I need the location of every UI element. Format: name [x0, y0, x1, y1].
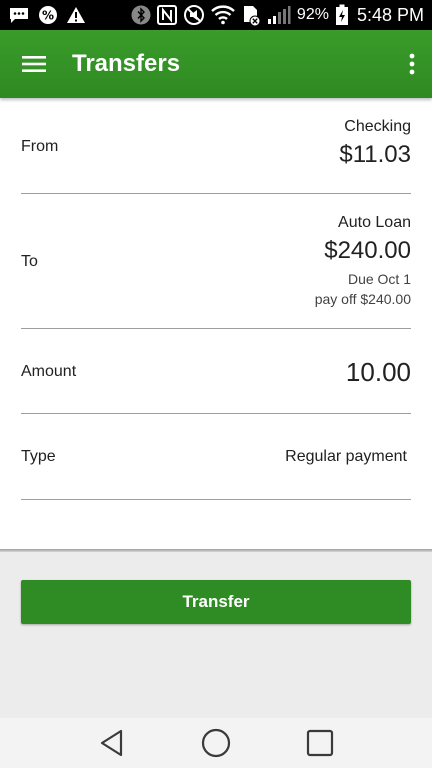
message-icon — [8, 4, 30, 26]
transfer-form: From Checking $11.03 To Auto Loan $240.0… — [0, 98, 432, 550]
action-area: Transfer — [0, 552, 432, 718]
page-title: Transfers — [72, 50, 181, 77]
amount-row[interactable]: Amount 10.00 — [21, 329, 411, 414]
home-icon[interactable] — [196, 723, 236, 763]
from-account-info: Checking $11.03 — [339, 118, 411, 169]
transfer-button[interactable]: Transfer — [21, 580, 411, 624]
battery-percent: 92% — [296, 6, 329, 23]
wifi-icon — [211, 4, 235, 26]
type-label: Type — [21, 448, 56, 465]
mute-icon — [183, 4, 205, 26]
amount-label: Amount — [21, 363, 77, 380]
bluetooth-icon — [131, 4, 151, 26]
from-account-name: Checking — [344, 118, 411, 135]
svg-text:%: % — [42, 9, 54, 23]
type-select[interactable]: Regular payment — [285, 448, 407, 466]
type-row[interactable]: Type Regular payment — [21, 414, 411, 500]
amount-field[interactable]: 10.00 — [346, 357, 411, 388]
battery-charging-icon — [335, 4, 349, 26]
recents-icon[interactable] — [300, 723, 340, 763]
nfc-icon — [156, 4, 177, 26]
hamburger-menu-icon[interactable] — [0, 30, 68, 98]
to-account-info: Auto Loan $240.00 Due Oct 1 pay off $240… — [315, 214, 411, 309]
to-label: To — [21, 253, 38, 270]
to-account-name: Auto Loan — [338, 214, 411, 231]
signal-icon — [267, 4, 291, 26]
from-account-balance: $11.03 — [339, 141, 411, 168]
payoff-amount: pay off $240.00 — [314, 291, 411, 307]
system-nav-bar — [0, 718, 432, 768]
sim-error-icon — [241, 4, 261, 26]
from-account-row[interactable]: From Checking $11.03 — [21, 98, 411, 194]
warning-icon — [66, 4, 86, 26]
more-vert-icon[interactable] — [392, 30, 432, 98]
from-label: From — [21, 138, 59, 155]
to-account-row[interactable]: To Auto Loan $240.00 Due Oct 1 pay off $… — [21, 194, 411, 329]
percent-icon: % — [38, 4, 58, 26]
clock: 5:48 PM — [356, 4, 424, 25]
to-account-balance: $240.00 — [324, 237, 411, 264]
back-icon[interactable] — [92, 723, 132, 763]
due-date: Due Oct 1 — [347, 271, 411, 287]
status-bar: % 92% 5:48 PM — [0, 0, 432, 30]
app-bar: Transfers — [0, 30, 432, 98]
